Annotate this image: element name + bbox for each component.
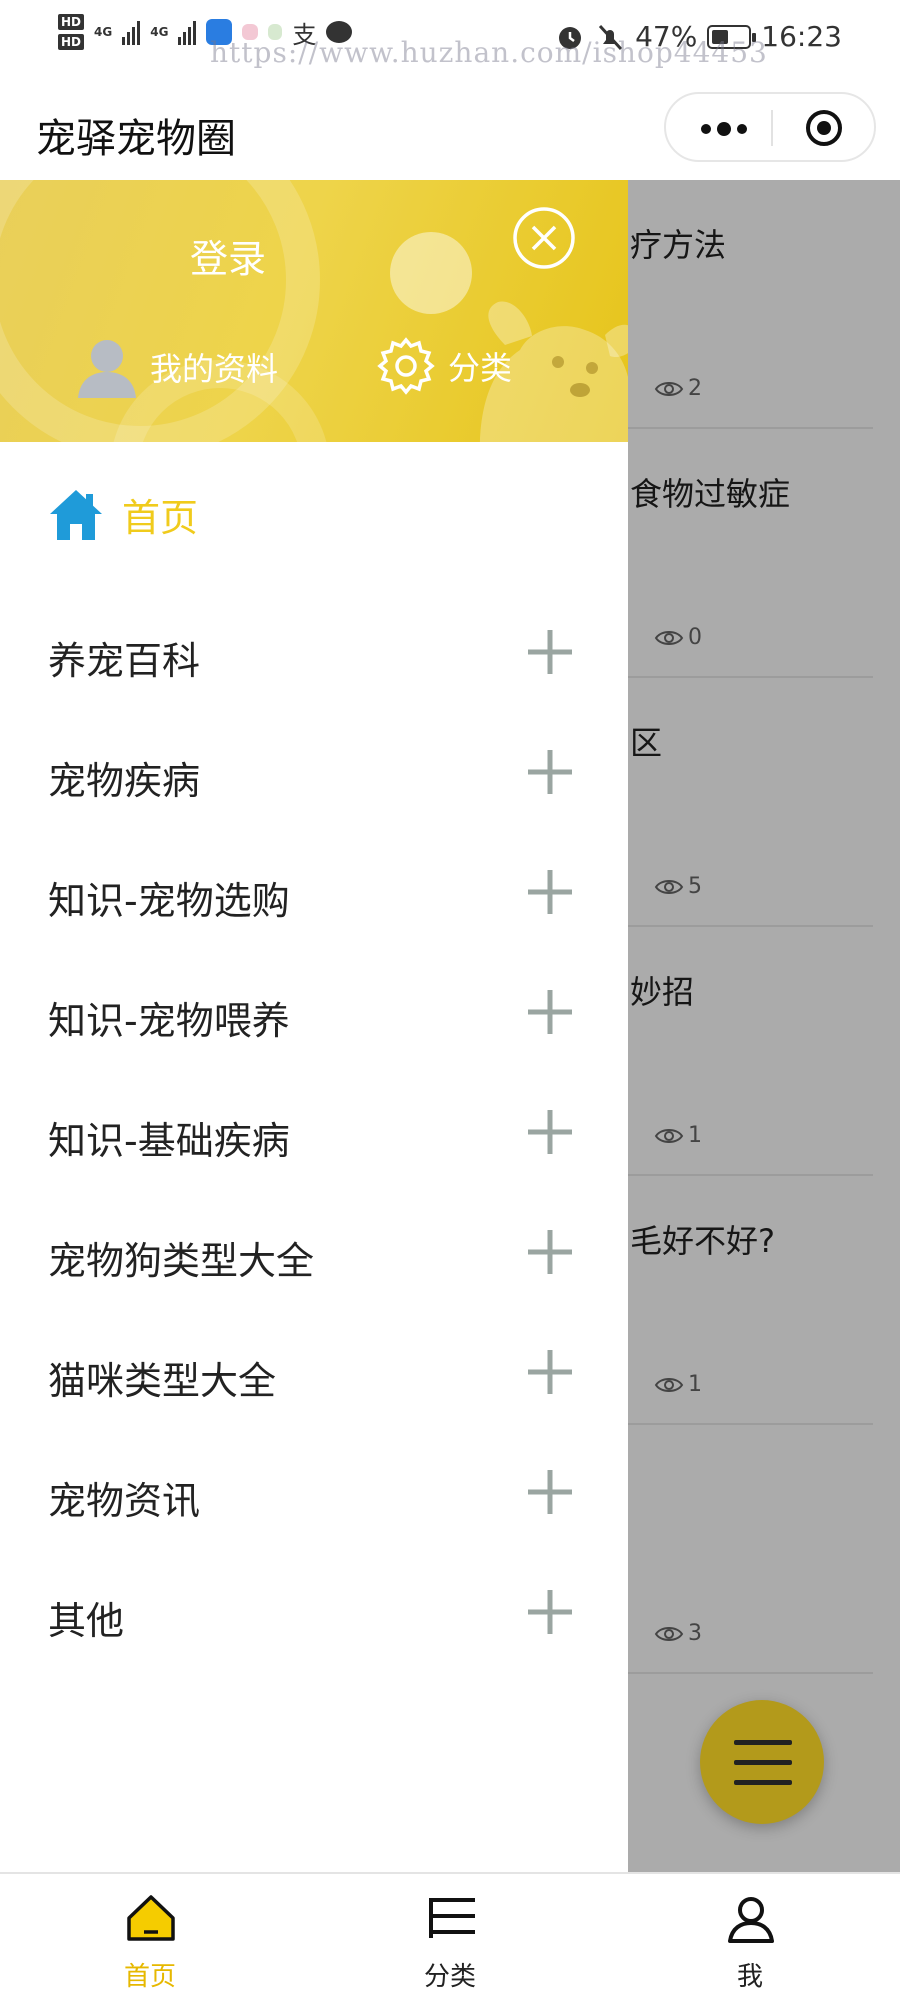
home-icon [50, 490, 102, 540]
network-type-1: 4G [94, 25, 113, 39]
category-icon [429, 1898, 475, 1938]
expand-plus-icon[interactable] [526, 868, 574, 916]
drawer-menu-item-label: 知识-宠物选购 [48, 879, 290, 923]
close-drawer-icon[interactable] [512, 206, 576, 270]
navigation-bar: 宠驿宠物圈 [0, 78, 900, 180]
drawer-menu-item[interactable]: 知识-宠物选购 [0, 832, 628, 952]
hd-badge-2: HD [58, 34, 85, 50]
drawer-menu-item[interactable]: 其他 [0, 1552, 628, 1672]
status-bar: HD HD 4G 4G 支 47% 16:23 https://www.huzh… [0, 0, 900, 78]
drawer-menu-item-label: 养宠百科 [48, 639, 201, 683]
hd-badge-1: HD [58, 14, 85, 30]
expand-plus-icon[interactable] [526, 628, 574, 676]
expand-plus-icon[interactable] [526, 748, 574, 796]
user-icon [728, 1897, 774, 1943]
signal-icon-2 [178, 19, 197, 45]
tab-bar: 首页 分类 我 [0, 1872, 900, 2000]
expand-plus-icon[interactable] [526, 1468, 574, 1516]
capsule-divider [771, 110, 773, 146]
network-type-2: 4G [150, 25, 169, 39]
drawer-menu-item-label: 宠物疾病 [48, 759, 201, 803]
tab-home[interactable]: 首页 [70, 1874, 230, 2002]
drawer-menu-item[interactable]: 宠物疾病 [0, 712, 628, 832]
tab-home-label: 首页 [123, 1962, 176, 1992]
drawer-header: 登录 我的资料 分类 [0, 180, 628, 442]
gear-icon [377, 337, 435, 395]
home-icon [127, 1895, 175, 1941]
watermark: https://www.huzhan.com/ishop44453 [210, 36, 768, 69]
hd-indicators: HD HD [58, 14, 85, 50]
drawer-menu-item-label: 其他 [48, 1599, 125, 1643]
page-title: 宠驿宠物圈 [36, 116, 236, 162]
menu-fab-button[interactable] [700, 1700, 824, 1824]
drawer-menu-item[interactable]: 猫咪类型大全 [0, 1312, 628, 1432]
drawer-menu-item[interactable]: 养宠百科 [0, 592, 628, 712]
drawer-menu-item[interactable]: 知识-宠物喂养 [0, 952, 628, 1072]
drawer-menu-item[interactable]: 宠物资讯 [0, 1432, 628, 1552]
home-label: 首页 [122, 495, 199, 540]
tab-me[interactable]: 我 [670, 1874, 830, 2002]
drawer-menu-item-label: 宠物资讯 [48, 1479, 201, 1523]
tab-category-label: 分类 [423, 1962, 476, 1992]
expand-plus-icon[interactable] [526, 1588, 574, 1636]
side-drawer: 登录 我的资料 分类 首页 养宠百科 宠物疾病 知识-宠物选购 知识-宠物喂养 … [0, 180, 628, 1872]
miniprogram-capsule [664, 92, 876, 162]
expand-plus-icon[interactable] [526, 1108, 574, 1156]
drawer-mask[interactable] [628, 180, 900, 1872]
drawer-menu-item[interactable]: 知识-基础疾病 [0, 1072, 628, 1192]
drawer-menu: 养宠百科宠物疾病知识-宠物选购 知识-宠物喂养 知识-基础疾病 宠物狗类型大全 猫咪类型… [0, 592, 628, 1672]
tab-me-label: 我 [736, 1962, 763, 1992]
my-profile-label: 我的资料 [150, 350, 279, 388]
signal-icon [122, 19, 141, 45]
expand-plus-icon[interactable] [526, 988, 574, 1036]
category-label: 分类 [448, 349, 513, 387]
drawer-menu-item-label: 宠物狗类型大全 [48, 1239, 315, 1283]
user-avatar-icon [78, 340, 136, 398]
more-icon[interactable] [694, 114, 754, 144]
category-link[interactable]: 分类 [376, 336, 512, 396]
my-profile-link[interactable]: 我的资料 [74, 336, 278, 398]
drawer-home-item[interactable]: 首页 [48, 486, 198, 542]
drawer-menu-item-label: 猫咪类型大全 [48, 1359, 277, 1403]
expand-plus-icon[interactable] [526, 1348, 574, 1396]
drawer-menu-item-label: 知识-基础疾病 [48, 1119, 290, 1163]
login-button[interactable]: 登录 [190, 228, 266, 283]
expand-plus-icon[interactable] [526, 1228, 574, 1276]
clock: 16:23 [761, 20, 842, 53]
drawer-menu-item[interactable]: 宠物狗类型大全 [0, 1192, 628, 1312]
tab-category[interactable]: 分类 [370, 1874, 530, 2002]
close-miniprogram-icon[interactable] [804, 108, 844, 148]
drawer-menu-item-label: 知识-宠物喂养 [48, 999, 290, 1043]
